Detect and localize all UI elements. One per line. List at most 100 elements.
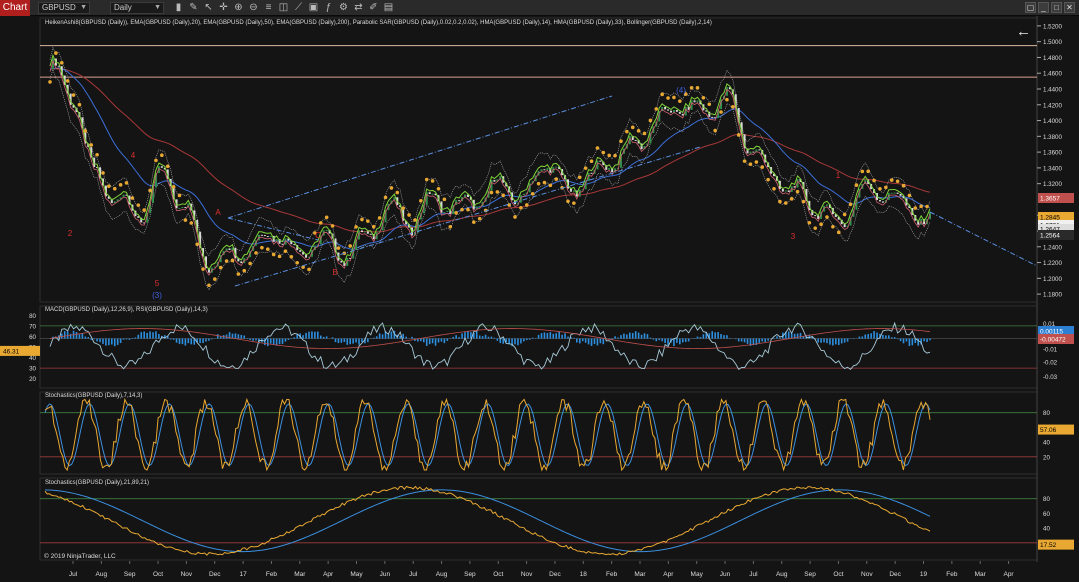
macd-histogram-bar: [684, 338, 687, 342]
macd-histogram-bar: [431, 338, 434, 344]
close-button[interactable]: ✕: [1064, 2, 1075, 13]
macd-histogram-bar: [911, 338, 914, 346]
maximize-button[interactable]: □: [1051, 2, 1062, 13]
heiken-ashi-candle: [269, 235, 272, 237]
back-arrow-icon[interactable]: ←: [1016, 23, 1031, 40]
zoom-in-icon[interactable]: ⊕: [232, 2, 245, 14]
macd-histogram-bar: [325, 336, 328, 339]
scroll-icon[interactable]: ⇄: [352, 2, 365, 14]
time-axis-label: Sep: [464, 571, 476, 578]
layout-icon[interactable]: ▤: [382, 2, 395, 14]
parabolic-sar-dot: [678, 99, 682, 103]
macd-histogram-bar: [867, 334, 869, 339]
parabolic-sar-dot: [348, 244, 353, 248]
macd-histogram-bar: [331, 337, 334, 339]
macd-histogram-bar: [158, 333, 160, 339]
macd-histogram-bar: [681, 338, 684, 343]
stochastics-slow-label: Stochastics(GBPUSD (Daily),21,89,21): [45, 480, 150, 486]
macd-histogram-bar: [375, 336, 378, 339]
macd-histogram-bar: [275, 338, 278, 346]
drawing-tool-icon[interactable]: ✐: [367, 2, 380, 14]
heiken-ashi-candle: [749, 151, 752, 154]
chart-tab[interactable]: Chart: [0, 0, 30, 16]
parabolic-sar-dot: [148, 188, 152, 193]
crosshair-icon[interactable]: ✛: [217, 2, 230, 14]
window-menu-button[interactable]: ▢: [1025, 2, 1036, 13]
parabolic-sar-dot: [601, 150, 606, 155]
parabolic-sar-dot: [265, 247, 270, 251]
parabolic-sar-dot: [854, 183, 859, 187]
parabolic-sar-dot: [277, 254, 282, 259]
macd-histogram-bar: [567, 336, 569, 339]
parabolic-sar-dot: [801, 199, 806, 204]
macd-histogram-bar: [305, 332, 307, 339]
macd-histogram-bar: [882, 334, 884, 339]
parabolic-sar-dot: [59, 61, 64, 65]
heiken-ashi-candle: [896, 192, 899, 194]
cursor-icon[interactable]: ↖: [202, 2, 215, 14]
time-axis-label: Dec: [549, 571, 561, 578]
parabolic-sar-dot: [295, 261, 300, 265]
parabolic-sar-dot: [248, 261, 252, 266]
macd-histogram-bar: [146, 332, 148, 339]
macd-histogram-bar: [105, 338, 107, 346]
zoom-out-icon[interactable]: ⊖: [247, 2, 260, 14]
parabolic-sar-dot: [230, 258, 235, 263]
pencil-icon[interactable]: ✎: [187, 2, 200, 14]
macd-histogram-bar: [349, 338, 352, 345]
macd-histogram-bar: [481, 336, 484, 339]
parabolic-sar-dot: [636, 129, 641, 133]
parabolic-sar-dot: [795, 189, 800, 194]
time-axis-label: May: [350, 571, 363, 578]
macd-histogram-bar: [96, 338, 98, 342]
macd-histogram-bar: [514, 338, 516, 345]
price-badge-label: 1.2564: [1040, 233, 1060, 240]
indicators-icon[interactable]: ƒ: [322, 2, 335, 14]
rsi-tick-label: 30: [29, 366, 36, 373]
macd-histogram-bar: [81, 333, 84, 339]
heiken-ashi-candle: [711, 116, 714, 118]
time-axis-label: Dec: [209, 571, 221, 578]
interval-selector[interactable]: Daily ▼: [110, 2, 164, 14]
heiken-ashi-candle: [825, 204, 828, 206]
macd-histogram-bar: [372, 337, 375, 339]
bars-icon[interactable]: ▮: [172, 2, 185, 14]
parabolic-sar-dot: [872, 178, 876, 183]
heiken-ashi-candle: [881, 201, 884, 203]
wave-label: 5: [155, 279, 160, 288]
draw-icon[interactable]: ⟋: [292, 2, 305, 14]
macd-histogram-bar: [887, 335, 890, 339]
macd-histogram-bar: [278, 338, 281, 345]
macd-histogram-bar: [434, 338, 437, 346]
price-tick-label: 1.2000: [1043, 276, 1062, 283]
macd-histogram-bar: [858, 336, 861, 339]
parabolic-sar-dot: [766, 177, 770, 182]
parabolic-sar-dot: [748, 162, 753, 167]
macd-histogram-bar: [893, 337, 896, 339]
parabolic-sar-dot: [536, 181, 541, 186]
macd-histogram-bar: [113, 338, 116, 347]
heiken-ashi-candle: [369, 233, 372, 235]
macd-histogram-bar: [543, 332, 546, 339]
parabolic-sar-dot: [660, 92, 664, 97]
parabolic-sar-dot: [613, 153, 617, 158]
heiken-ashi-candle: [843, 224, 846, 228]
templates-icon[interactable]: ◫: [277, 2, 290, 14]
parabolic-sar-dot: [831, 224, 835, 229]
macd-histogram-bar: [917, 338, 920, 346]
macd-histogram-bar: [528, 338, 531, 340]
strategies-icon[interactable]: ⚙: [337, 2, 350, 14]
parabolic-sar-dot: [207, 283, 211, 288]
time-axis-label: Nov: [861, 571, 873, 578]
properties-icon[interactable]: ≡: [262, 2, 275, 14]
macd-histogram-bar: [108, 338, 110, 346]
macd-histogram-bar: [502, 338, 505, 344]
instrument-selector[interactable]: GBPUSD ▼: [38, 2, 90, 14]
chart-area[interactable]: 1.5200 1.5000 1.4800 1.4600 1.4400 1.4200 1.40…: [0, 16, 1079, 582]
macd-histogram-bar: [487, 336, 490, 339]
lock-icon[interactable]: ▣: [307, 2, 320, 14]
minimize-button[interactable]: _: [1038, 2, 1049, 13]
parabolic-sar-dot: [89, 143, 94, 147]
parabolic-sar-dot: [218, 265, 223, 270]
macd-histogram-bar: [702, 334, 705, 339]
